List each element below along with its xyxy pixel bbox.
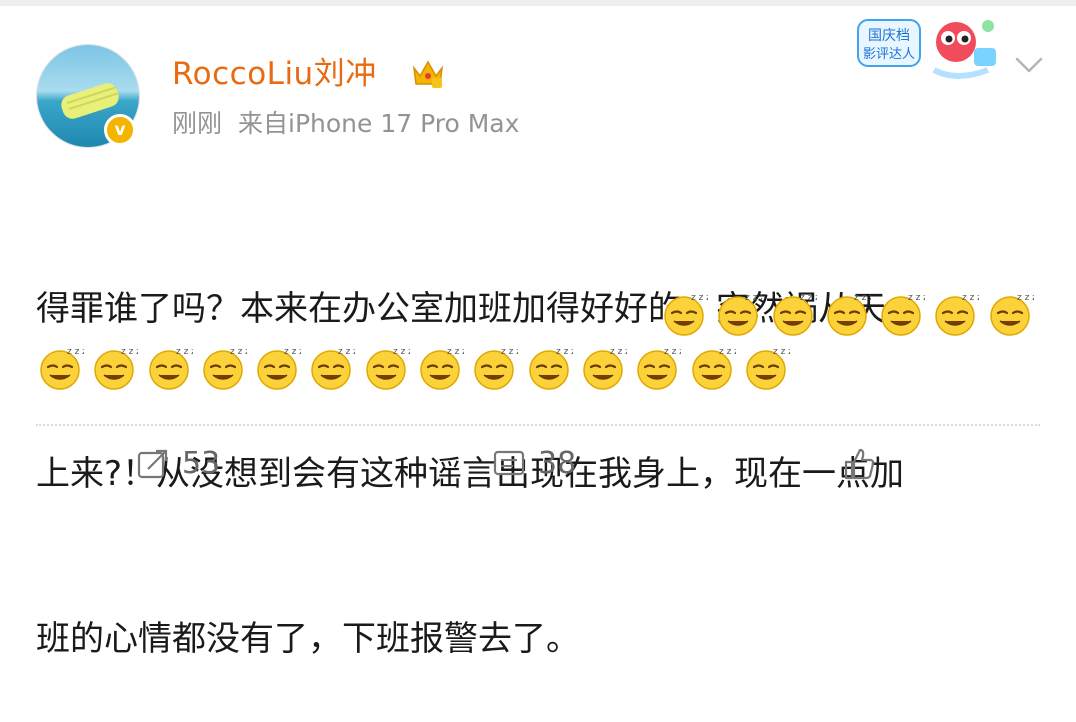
svg-text:z z z: z z z bbox=[773, 347, 790, 357]
sleepy-face-emoji: z z z bbox=[525, 343, 573, 391]
sleepy-face-emoji: z z z bbox=[36, 343, 84, 391]
sleepy-face-emoji: z z z bbox=[714, 289, 762, 337]
campaign-badge-line1: 国庆档 bbox=[868, 28, 910, 44]
top-divider-bar bbox=[0, 0, 1076, 6]
svg-text:z z z: z z z bbox=[176, 347, 193, 357]
svg-text:z z z: z z z bbox=[284, 347, 301, 357]
svg-text:z z z: z z z bbox=[447, 347, 464, 357]
chevron-down-icon[interactable] bbox=[1014, 54, 1044, 76]
svg-text:z z z: z z z bbox=[393, 347, 410, 357]
sleepy-face-emoji: z z z bbox=[742, 343, 790, 391]
post-content-line-3: 班的心情都没有了，下班报警去了。 bbox=[36, 619, 580, 659]
sleepy-face-emoji: z z z bbox=[470, 343, 518, 391]
like-button[interactable] bbox=[842, 446, 888, 480]
svg-text:z z z: z z z bbox=[691, 293, 708, 303]
crown-icon bbox=[410, 54, 446, 90]
svg-text:z z z: z z z bbox=[501, 347, 518, 357]
post-source[interactable]: 来自iPhone 17 Pro Max bbox=[238, 109, 519, 138]
sleepy-face-emoji: z z z bbox=[986, 289, 1034, 337]
sleepy-face-emoji: z z z bbox=[931, 289, 979, 337]
repost-button[interactable]: 53 bbox=[136, 446, 220, 482]
emoji-row-1: z z zz z zz z zz z zz z zz z zz z z bbox=[660, 289, 1040, 341]
emoji-row-2: z z zz z zz z zz z zz z zz z zz z zz z z… bbox=[36, 343, 796, 395]
post-time: 刚刚 bbox=[172, 109, 223, 138]
svg-text:z z z: z z z bbox=[1017, 293, 1034, 303]
sleepy-face-emoji: z z z bbox=[769, 289, 817, 337]
svg-text:z z z: z z z bbox=[664, 347, 681, 357]
svg-text:z z z: z z z bbox=[67, 347, 84, 357]
repost-icon bbox=[137, 449, 168, 479]
svg-text:z z z: z z z bbox=[121, 347, 138, 357]
sleepy-face-emoji: z z z bbox=[199, 343, 247, 391]
sleepy-face-emoji: z z z bbox=[362, 343, 410, 391]
svg-text:z z z: z z z bbox=[610, 347, 627, 357]
sleepy-face-emoji: z z z bbox=[688, 343, 736, 391]
action-divider bbox=[36, 424, 1040, 426]
campaign-badge-line2: 影评达人 bbox=[863, 47, 915, 62]
svg-text:z z z: z z z bbox=[800, 293, 817, 303]
svg-text:z z z: z z z bbox=[745, 293, 762, 303]
sleepy-face-emoji: z z z bbox=[633, 343, 681, 391]
post-meta: 刚刚 来自iPhone 17 Pro Max bbox=[172, 107, 519, 141]
repost-count: 53 bbox=[182, 446, 221, 481]
campaign-badge[interactable]: 国庆档 影评达人 bbox=[848, 12, 1008, 84]
svg-text:z z z: z z z bbox=[230, 347, 247, 357]
comment-count: 38 bbox=[538, 446, 577, 481]
svg-text:z z z: z z z bbox=[962, 293, 979, 303]
comment-button[interactable]: 38 bbox=[492, 446, 576, 482]
sleepy-face-emoji: z z z bbox=[253, 343, 301, 391]
svg-text:z z z: z z z bbox=[338, 347, 355, 357]
sleepy-face-emoji: z z z bbox=[579, 343, 627, 391]
svg-text:z z z: z z z bbox=[854, 293, 871, 303]
sleepy-face-emoji: z z z bbox=[307, 343, 355, 391]
username[interactable]: RoccoLiu刘冲 bbox=[172, 54, 377, 94]
comment-icon bbox=[493, 450, 525, 476]
sleepy-face-emoji: z z z bbox=[877, 289, 925, 337]
like-icon bbox=[844, 448, 875, 480]
sleepy-face-emoji: z z z bbox=[416, 343, 464, 391]
sleepy-face-emoji: z z z bbox=[145, 343, 193, 391]
svg-text:z z z: z z z bbox=[719, 347, 736, 357]
verified-badge-icon: v bbox=[104, 114, 136, 146]
sleepy-face-emoji: z z z bbox=[660, 289, 708, 337]
svg-text:z z z: z z z bbox=[556, 347, 573, 357]
sleepy-face-emoji: z z z bbox=[90, 343, 138, 391]
sleepy-face-emoji: z z z bbox=[823, 289, 871, 337]
svg-text:z z z: z z z bbox=[908, 293, 925, 303]
